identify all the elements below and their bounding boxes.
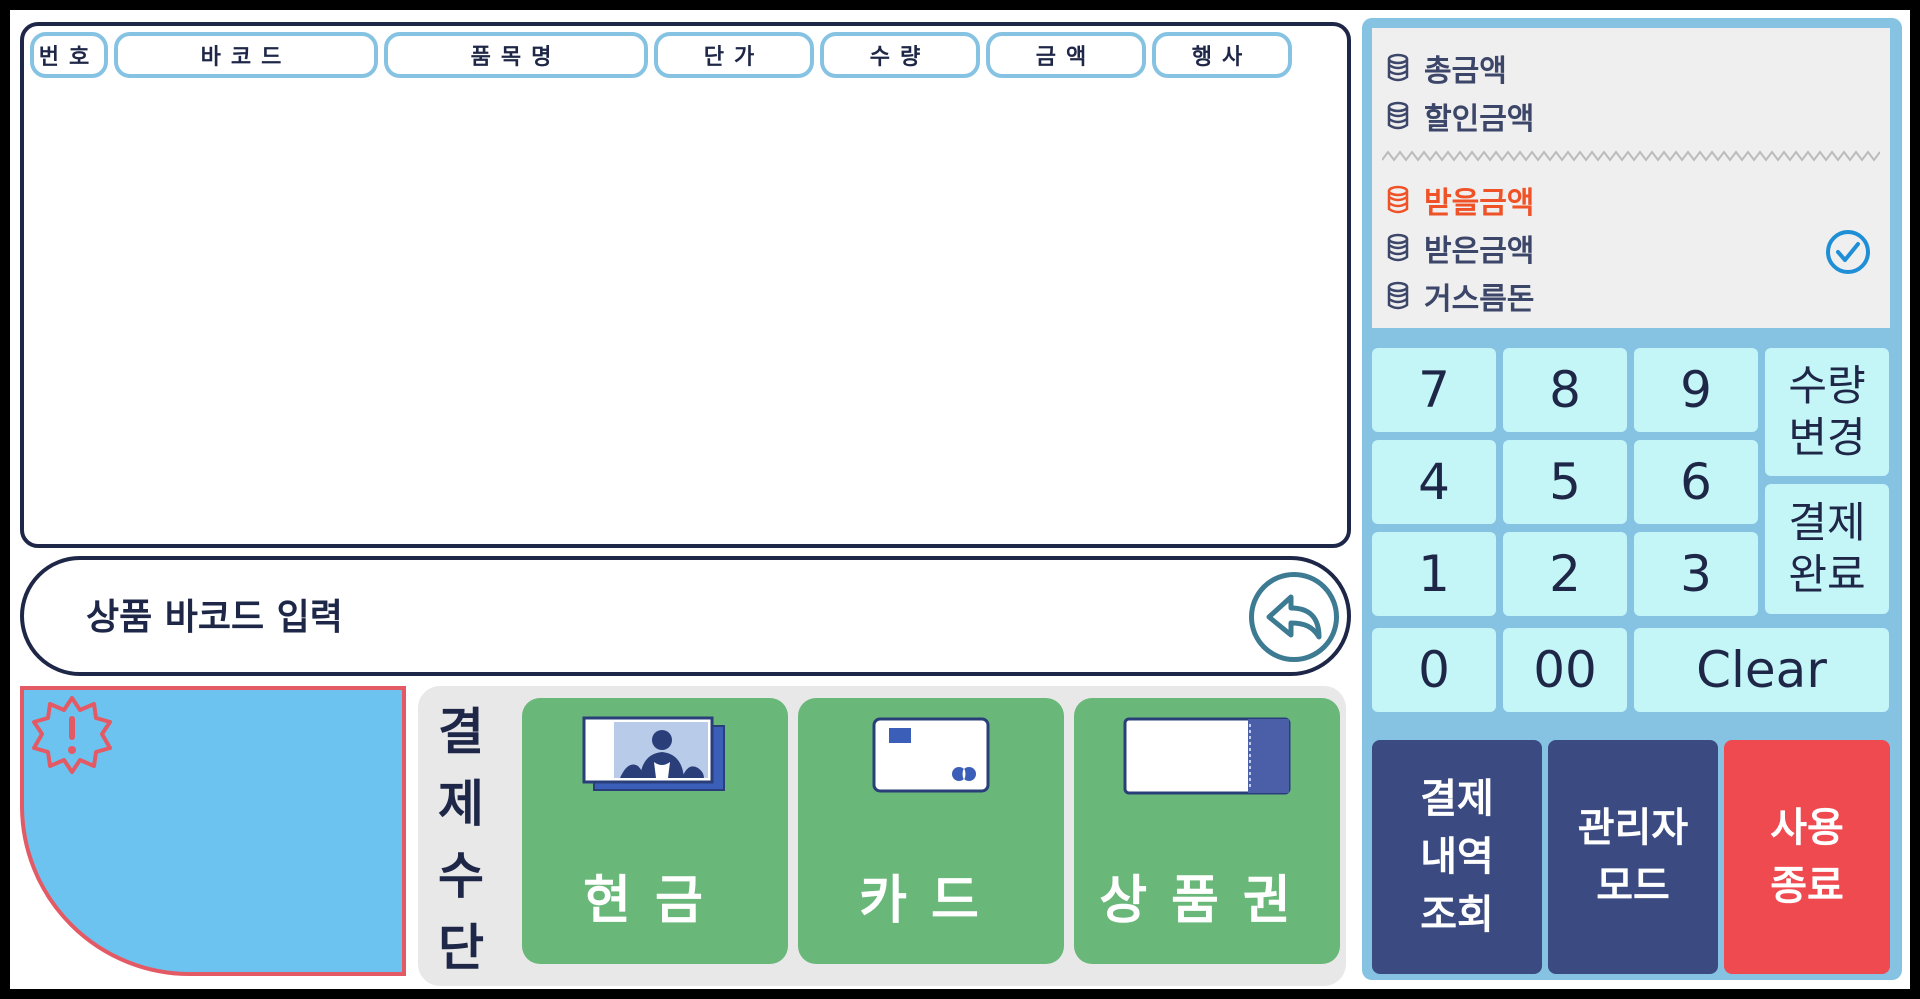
clear-button[interactable]: Clear [1634,628,1889,712]
gift-voucher-button[interactable]: 상품권 [1074,698,1340,964]
key-2[interactable]: 2 [1503,532,1627,616]
key-7[interactable]: 7 [1372,348,1496,432]
key-6[interactable]: 6 [1634,440,1758,524]
barcode-input-bar [20,556,1351,676]
card-button[interactable]: 카드 [798,698,1064,964]
credit-card-icon [872,717,990,793]
gift-voucher-label: 상품권 [1099,871,1315,931]
key-3[interactable]: 3 [1634,532,1758,616]
column-header-item-name: 품목명 [384,32,648,78]
column-header-unit-price: 단가 [654,32,814,78]
summary-total: 총금액 [1386,46,1507,90]
payment-history-button[interactable]: 결제 내역 조회 [1372,740,1542,974]
pos-screen: 번호 바코드 품목명 단가 수량 금액 행사 결 제 수 단 [10,10,1910,989]
key-00[interactable]: 00 [1503,628,1627,712]
cash-button[interactable]: 현금 [522,698,788,964]
column-header-number: 번호 [30,32,108,78]
key-1[interactable]: 1 [1372,532,1496,616]
key-9[interactable]: 9 [1634,348,1758,432]
zigzag-divider [1382,150,1880,162]
key-5[interactable]: 5 [1503,440,1627,524]
coin-stack-icon [1387,53,1409,82]
summary-discount: 할인금액 [1386,94,1534,138]
warning-badge-icon [32,696,112,774]
undo-arrow-icon [1266,594,1322,640]
column-header-quantity: 수량 [820,32,980,78]
cash-icon [582,716,725,791]
item-table: 번호 바코드 품목명 단가 수량 금액 행사 [20,22,1351,548]
coin-stack-icon [1387,101,1409,130]
cash-label: 현금 [583,871,727,931]
back-button[interactable] [1249,572,1339,662]
gift-voucher-icon [1123,717,1291,795]
table-header: 번호 바코드 품목명 단가 수량 금액 행사 [30,32,1292,78]
alert-message-box [20,686,406,976]
payment-summary: 총금액 할인금액 받을금액 받은금액 거스름돈 [1372,28,1890,328]
column-header-event: 행사 [1152,32,1292,78]
coin-stack-icon [1387,185,1409,214]
payment-method-label: 결 제 수 단 [438,703,484,977]
admin-mode-button[interactable]: 관리자 모드 [1548,740,1718,974]
summary-amount-to-receive: 받을금액 [1386,178,1534,222]
payment-method-panel: 결 제 수 단 현금 카드 상품권 [418,686,1346,986]
right-control-panel: 총금액 할인금액 받을금액 받은금액 거스름돈 7 8 9 수량 변경 4 5 … [1362,18,1902,980]
summary-change: 거스름돈 [1386,274,1534,318]
coin-stack-icon [1387,233,1409,262]
key-0[interactable]: 0 [1372,628,1496,712]
quantity-change-button[interactable]: 수량 변경 [1765,348,1889,476]
key-4[interactable]: 4 [1372,440,1496,524]
key-8[interactable]: 8 [1503,348,1627,432]
coin-stack-icon [1387,281,1409,310]
column-header-barcode: 바코드 [114,32,378,78]
barcode-input[interactable] [84,588,1138,646]
card-label: 카드 [859,871,1003,931]
exit-button[interactable]: 사용 종료 [1724,740,1890,974]
summary-amount-received: 받은금액 [1386,226,1534,270]
check-circle-icon[interactable] [1824,228,1872,276]
column-header-amount: 금액 [986,32,1146,78]
payment-complete-button[interactable]: 결제 완료 [1765,484,1889,614]
